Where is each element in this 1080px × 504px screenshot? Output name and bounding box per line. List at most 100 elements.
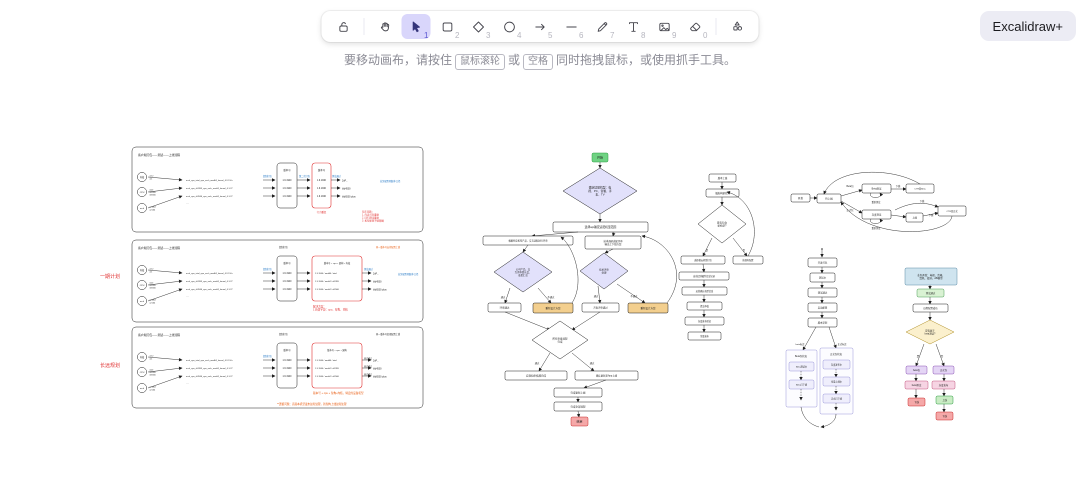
version-row[interactable]: 1.9.1940 — [283, 180, 293, 182]
mf-loop[interactable] — [642, 236, 677, 303]
version-row-red[interactable]: 1.9.1940 / arm64 / rk3399 — [315, 280, 340, 283]
output-label[interactable]: 2xP... — [342, 179, 348, 182]
panel-title[interactable]: 客户端打包——测试——上线流程 — [138, 333, 180, 337]
version-box-header[interactable]: 版本号 — [283, 261, 291, 265]
tf-version-online-label[interactable]: 版本上线 — [718, 176, 728, 180]
mf-update-label[interactable]: 完成更新上线 — [570, 390, 586, 394]
tool-rectangle[interactable]: 2 — [433, 14, 462, 39]
version-row-red[interactable]: 1.9.1940 / arm64 / rk3566 — [315, 375, 340, 378]
mf-end-label[interactable]: 结束 — [576, 418, 582, 423]
panel-title[interactable]: 客户端打包——测试——上线流程 — [138, 246, 180, 250]
panel-title[interactable]: 客户端打包——测试——上线流程 — [138, 153, 180, 157]
mf-label[interactable]: 通过 — [594, 294, 599, 298]
sm-edge[interactable] — [891, 215, 906, 217]
mf-edge[interactable] — [505, 288, 510, 303]
sc-merge[interactable] — [801, 407, 819, 427]
build-string[interactable]: arch_xpu_intel_xpu_arch_amd64_kernel_4.1… — [186, 272, 234, 275]
ellipsis[interactable]: … — [186, 202, 189, 205]
output-label[interactable]: bld4500 — [373, 367, 382, 370]
annotation[interactable]: 版本号 + cpu + 架构+内核，特定的设备机型 — [313, 391, 364, 395]
version-row[interactable]: 1.9.1940 — [283, 368, 293, 370]
mf-edge[interactable] — [539, 353, 550, 371]
mf-edge[interactable] — [598, 286, 600, 303]
mf-select-api-label[interactable]: 选择api确定适配机型范围 — [585, 225, 617, 229]
version-row-red[interactable]: 1.9.1940 — [317, 188, 327, 190]
tf-build-label[interactable]: 触发构建任务 — [715, 191, 730, 195]
sm-label[interactable]: 重新测试 — [872, 200, 882, 204]
rf-offline-beta-label[interactable]: 下线 — [914, 400, 919, 404]
mf-edge[interactable] — [584, 380, 606, 388]
sm-edge[interactable] — [841, 190, 862, 196]
sm-gray-test-label[interactable]: 灰度测试 — [872, 212, 882, 216]
sm-label[interactable]: 下线 — [896, 184, 901, 188]
output-label[interactable]: bld6500 plus — [342, 195, 356, 198]
tool-selection[interactable]: 1 — [402, 14, 431, 39]
sm-wait-label[interactable]: 待上线 — [825, 196, 833, 200]
output-label[interactable]: bld4500 — [373, 280, 382, 283]
rf-pass-label[interactable]: 测试通过 — [926, 291, 936, 295]
tool-hand[interactable] — [371, 14, 400, 39]
build-string[interactable]: arch_xpu_intel_xpu_arch_amd64_kernel_4.1… — [186, 179, 234, 182]
sc-label[interactable]: beta标识 — [796, 342, 805, 346]
mf-edge[interactable] — [613, 232, 614, 236]
mf-edge[interactable] — [617, 284, 645, 303]
version-row[interactable]: 1.9.1940 — [283, 273, 293, 275]
mf-edge[interactable] — [538, 288, 551, 303]
version-row[interactable]: 1.9.1940 — [283, 376, 293, 378]
sc-identify-label[interactable]: 版本识别 — [818, 320, 828, 324]
mf-redesign-right-label[interactable]: 重新设计方案 — [640, 306, 656, 310]
tool-image[interactable]: 9 — [650, 14, 679, 39]
annotation[interactable]: 行为重复 — [317, 210, 327, 214]
version-row-red[interactable]: 1.9.1940 — [317, 180, 327, 182]
version-row-red[interactable]: 1.9.1940 / arm64 / rk3399 — [315, 367, 340, 370]
tool-arrow[interactable]: 5 — [526, 14, 555, 39]
tf-edge[interactable] — [703, 238, 712, 256]
sm-curve[interactable] — [895, 203, 938, 210]
mf-label[interactable]: 通过 — [590, 361, 595, 365]
rf-online-label[interactable]: 上线 — [942, 398, 947, 402]
tool-eraser[interactable]: 0 — [681, 14, 710, 39]
pipeline-diagrams[interactable]: 客户端打包——测试——上线流程内核4.124.1CPUintelrk3399rk… — [132, 147, 423, 408]
mf-redesign-left-label[interactable]: 重新设计方案 — [545, 306, 561, 310]
output-label[interactable]: bld6500 plus — [373, 288, 387, 291]
mf-pass-left-label[interactable]: 评审通过 — [499, 305, 510, 309]
mf-pass-right-label[interactable]: 开发评审通过 — [593, 305, 608, 309]
source-circle-label[interactable]: CPU — [140, 192, 145, 194]
build-string[interactable]: arch_xpu_intel_xpu_arch_amd64_kernel_4.1… — [186, 359, 234, 362]
version-row-red[interactable]: 1.9.1940 — [317, 196, 327, 198]
mf-label[interactable]: 通过 — [501, 295, 506, 299]
tool-draw[interactable]: 7 — [588, 14, 617, 39]
version-row[interactable]: 1.9.1940 — [283, 281, 293, 283]
rf-label[interactable]: 否 — [941, 354, 944, 358]
mf-start-label[interactable]: 开始 — [597, 154, 603, 159]
plan-label-phase1[interactable]: 一期计划 — [100, 273, 120, 280]
ellipsis[interactable]: … — [186, 295, 189, 298]
version-box-header[interactable]: 版本号 — [283, 168, 291, 172]
sc-pack-label[interactable]: 开发打包 — [818, 260, 828, 264]
rf-config-label[interactable]: 远程配置成功 — [923, 306, 938, 310]
version-row-red[interactable]: 1.9.1940 / amd64 / intel — [315, 359, 337, 362]
version-row[interactable]: 1.9.1940 — [283, 360, 293, 362]
sm-curve[interactable] — [841, 202, 952, 232]
source-circle-label[interactable]: CPU — [140, 285, 145, 287]
version-row[interactable]: 1.9.1940 — [283, 289, 293, 291]
mf-edge[interactable] — [578, 411, 579, 417]
sm-label[interactable]: 正式包 — [847, 208, 855, 212]
build-string[interactable]: arch_xpu_rk3399_xpu_arch_arm64_kernel_4.… — [186, 280, 233, 283]
tool-line[interactable]: 6 — [557, 14, 586, 39]
source-circle-label[interactable]: CPU — [140, 372, 145, 374]
sc-formal-title[interactable]: 正式包状态 — [830, 352, 843, 356]
sc-edge[interactable] — [829, 327, 836, 348]
output-label[interactable]: bld4500 — [342, 187, 351, 190]
sm-online-label[interactable]: 上线 — [912, 215, 917, 219]
mf-edge[interactable] — [505, 312, 550, 330]
sm-label[interactable]: 下线 — [920, 199, 925, 203]
sm-dev-label[interactable]: 开发 — [798, 196, 804, 200]
mf-edge[interactable] — [532, 232, 578, 236]
sc-merge[interactable] — [821, 414, 836, 427]
plan-label-longterm[interactable]: 长远规划 — [100, 362, 120, 369]
sm-self-loop[interactable] — [870, 219, 880, 224]
tool-lock[interactable] — [329, 14, 358, 39]
sm-label[interactable]: Beta包 — [846, 184, 854, 188]
version-box-header[interactable]: 版本号 — [283, 348, 291, 352]
